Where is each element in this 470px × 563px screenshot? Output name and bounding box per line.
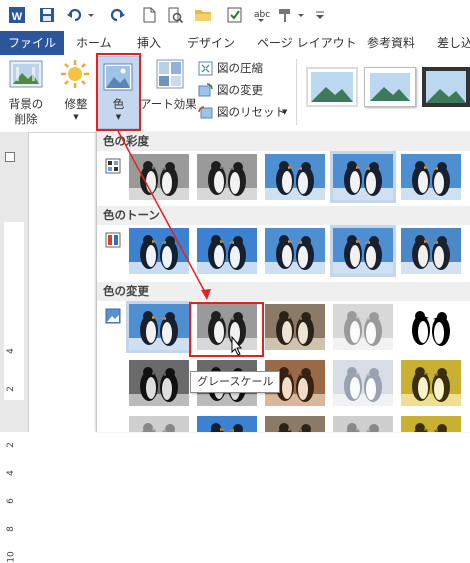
recolor-section-icon bbox=[105, 308, 121, 324]
remove-background-icon bbox=[8, 59, 44, 89]
gallery-thumbnail-saturation-4[interactable] bbox=[330, 151, 396, 203]
color-label: 色 bbox=[112, 97, 125, 111]
remove-background-label-1: 背景の bbox=[8, 97, 44, 111]
ruler-number: 6 bbox=[5, 498, 16, 504]
gallery-thumbnail-recolor-1-1[interactable] bbox=[126, 301, 192, 353]
reset-picture-icon bbox=[198, 105, 213, 120]
format-dropdown-icon[interactable] bbox=[296, 6, 306, 24]
quick-access-toolbar: W abc bbox=[0, 0, 470, 31]
save-icon[interactable] bbox=[38, 6, 56, 24]
customize-qat-icon[interactable] bbox=[314, 6, 326, 24]
ruler-page-area bbox=[4, 222, 24, 400]
tab-insert[interactable]: 挿入 bbox=[137, 31, 161, 55]
new-document-icon[interactable] bbox=[140, 6, 158, 24]
ruler-number: 4 bbox=[5, 348, 16, 354]
tab-mailings[interactable]: 差し込 bbox=[437, 31, 470, 55]
print-preview-icon[interactable] bbox=[166, 6, 184, 24]
gallery-thumbnail-tone-1[interactable] bbox=[129, 228, 189, 274]
open-folder-icon[interactable] bbox=[194, 6, 212, 24]
change-picture-icon bbox=[198, 83, 213, 98]
gallery-thumbnail-recolor-2-1[interactable] bbox=[129, 360, 189, 406]
corrections-dropdown-icon: ▼ bbox=[73, 113, 79, 121]
tab-home[interactable]: ホーム bbox=[76, 31, 112, 55]
vertical-ruler: 4 2 2 4 6 8 10 bbox=[0, 132, 29, 563]
gallery-thumbnail-recolor-3-2[interactable] bbox=[197, 416, 257, 432]
tab-file[interactable]: ファイル bbox=[0, 31, 64, 55]
ruler-number: 8 bbox=[5, 526, 16, 532]
tone-section-icon bbox=[105, 232, 121, 248]
gallery-thumbnail-recolor-3-4[interactable] bbox=[333, 416, 393, 432]
gallery-thumbnail-recolor-2-4[interactable] bbox=[333, 360, 393, 406]
reset-picture-label: 図のリセット bbox=[217, 105, 286, 119]
picture-style-3[interactable] bbox=[422, 67, 470, 107]
reset-picture-button[interactable]: 図のリセット ▼ bbox=[198, 105, 298, 122]
artistic-effects-button[interactable]: アート効果 bbox=[140, 97, 197, 112]
color-picture-icon bbox=[103, 63, 133, 91]
compress-pictures-button[interactable]: 図の圧縮 bbox=[198, 61, 298, 78]
group-divider bbox=[296, 59, 297, 125]
tone-header: 色のトーン bbox=[97, 206, 470, 225]
change-picture-button[interactable]: 図の変更 bbox=[198, 83, 298, 100]
ruler-number: 10 bbox=[6, 551, 17, 563]
gallery-thumbnail-recolor-2-5[interactable] bbox=[401, 360, 461, 406]
gallery-thumbnail-tone-4[interactable] bbox=[330, 225, 396, 277]
remove-background-button[interactable]: 背景の 削除 bbox=[4, 97, 48, 127]
color-gallery-dropdown: 色の彩度 色のトーン 色の変更 bbox=[96, 132, 470, 432]
gallery-thumbnail-saturation-3[interactable] bbox=[265, 154, 325, 200]
gallery-thumbnail-recolor-1-2[interactable] bbox=[197, 304, 257, 350]
redo-icon[interactable] bbox=[108, 6, 126, 24]
corrections-button[interactable]: 修整 ▼ bbox=[60, 97, 92, 122]
saturation-header: 色の彩度 bbox=[97, 132, 470, 151]
tab-page-layout[interactable]: ページ レイアウト bbox=[257, 31, 357, 55]
gallery-thumbnail-recolor-3-1[interactable] bbox=[129, 416, 189, 432]
color-dropdown-icon: ▼ bbox=[115, 113, 122, 121]
remove-background-label-2: 削除 bbox=[14, 112, 38, 126]
format-painter-icon[interactable] bbox=[276, 6, 294, 24]
gallery-thumbnail-tone-3[interactable] bbox=[265, 228, 325, 274]
color-button[interactable]: 色 ▼ bbox=[97, 56, 140, 129]
gallery-thumbnail-recolor-1-3[interactable] bbox=[265, 304, 325, 350]
ribbon-adjust-group: 背景の 削除 修整 ▼ 色 ▼ アート効果 図の圧縮 図の変更 図のリセット ▼ bbox=[0, 55, 470, 133]
gallery-thumbnail-recolor-1-5[interactable] bbox=[401, 304, 461, 350]
corrections-label: 修整 bbox=[64, 97, 88, 111]
tab-design[interactable]: デザイン bbox=[187, 31, 235, 55]
gallery-thumbnail-recolor-3-5[interactable] bbox=[401, 416, 461, 432]
compress-label: 図の圧縮 bbox=[217, 61, 263, 75]
gallery-thumbnail-saturation-2[interactable] bbox=[197, 154, 257, 200]
gallery-thumbnail-tone-5[interactable] bbox=[401, 228, 461, 274]
svg-text:abc: abc bbox=[254, 10, 270, 20]
gallery-thumbnail-recolor-3-3[interactable] bbox=[265, 416, 325, 432]
ruler-number: 2 bbox=[5, 386, 16, 392]
tab-references[interactable]: 参考資料 bbox=[367, 31, 415, 55]
gallery-thumbnail-saturation-5[interactable] bbox=[401, 154, 461, 200]
word-logo-icon: W bbox=[8, 6, 26, 24]
gallery-thumbnail-tone-2[interactable] bbox=[197, 228, 257, 274]
tab-selector[interactable] bbox=[5, 152, 15, 162]
compress-icon bbox=[198, 61, 213, 76]
ruler-number: 2 bbox=[5, 442, 16, 448]
gallery-thumbnail-saturation-1[interactable] bbox=[129, 154, 189, 200]
grayscale-tooltip: グレースケール bbox=[190, 371, 281, 393]
gallery-thumbnail-recolor-1-4[interactable] bbox=[333, 304, 393, 350]
artistic-effects-label: アート効果 bbox=[140, 97, 197, 111]
picture-style-2[interactable] bbox=[364, 67, 416, 107]
spelling-check-icon[interactable] bbox=[226, 6, 244, 24]
change-picture-label: 図の変更 bbox=[217, 83, 263, 97]
corrections-sun-icon bbox=[60, 59, 90, 89]
reset-dropdown-icon[interactable]: ▼ bbox=[282, 105, 287, 120]
recolor-header: 色の変更 bbox=[97, 282, 470, 301]
picture-style-1[interactable] bbox=[306, 67, 358, 107]
saturation-section-icon bbox=[105, 158, 121, 174]
spelling-dropdown-icon[interactable]: abc bbox=[252, 6, 270, 24]
ruler-number: 4 bbox=[5, 470, 16, 476]
undo-icon[interactable] bbox=[66, 6, 84, 24]
svg-text:W: W bbox=[12, 11, 23, 23]
ribbon-tab-bar: ファイル ホーム 挿入 デザイン ページ レイアウト 参考資料 差し込 bbox=[0, 31, 470, 56]
artistic-effects-icon bbox=[156, 59, 184, 89]
undo-dropdown-icon[interactable] bbox=[86, 6, 96, 24]
